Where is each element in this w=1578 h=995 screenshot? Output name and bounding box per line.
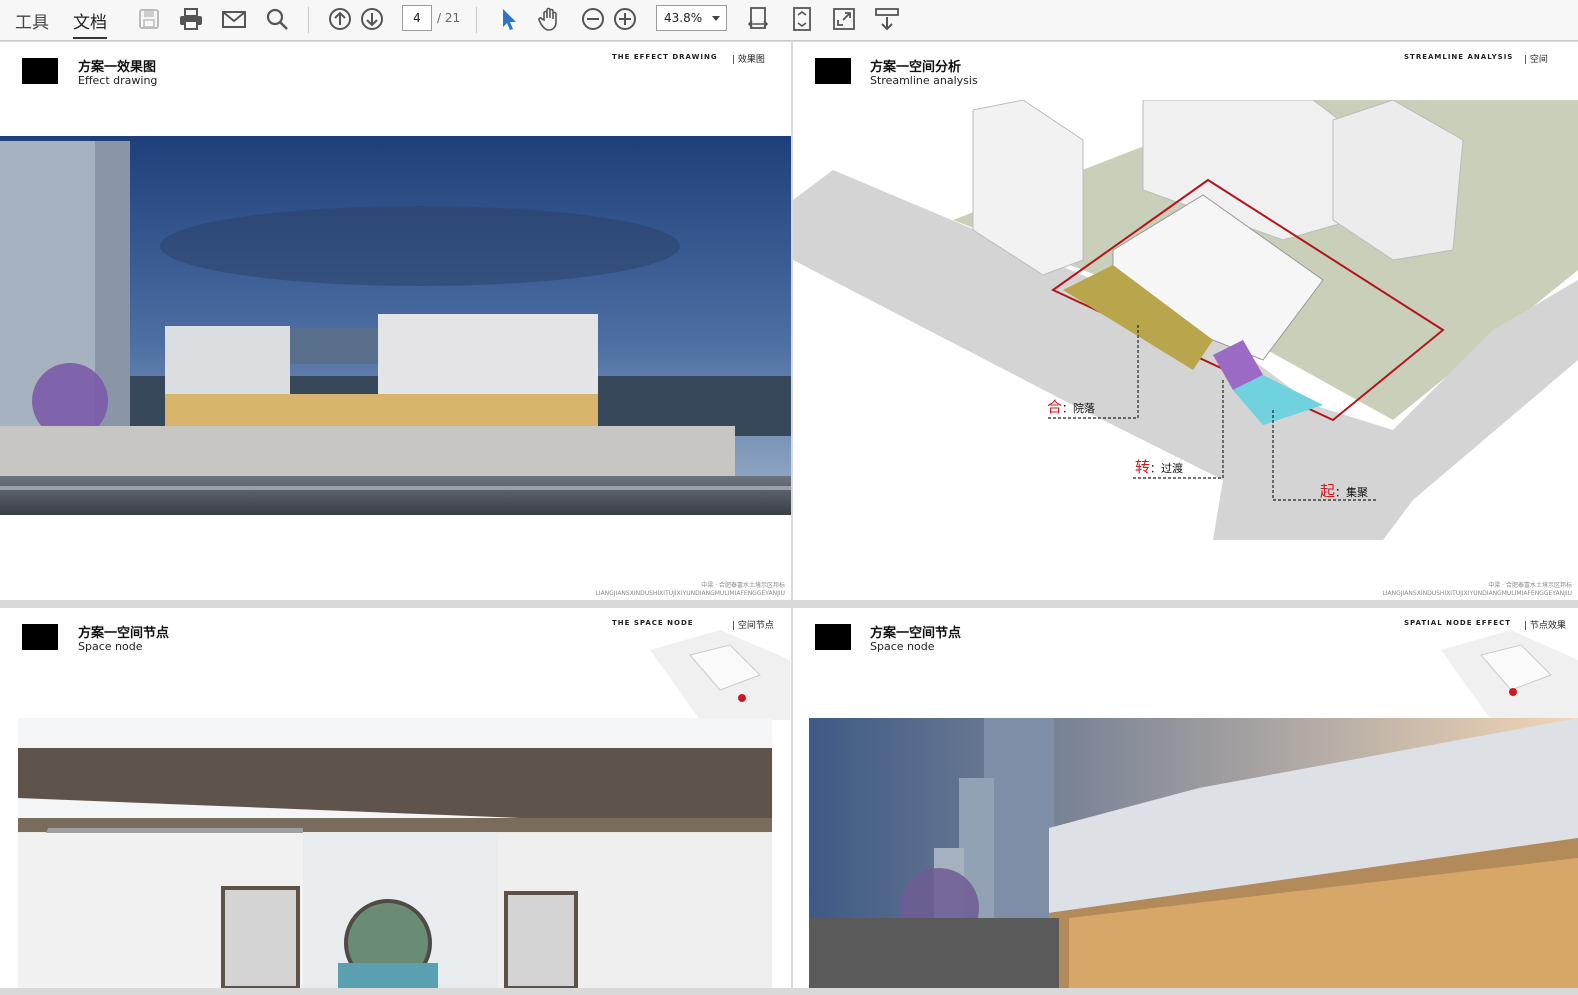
- title-block-mark: [815, 624, 851, 650]
- page-total: / 21: [437, 11, 461, 25]
- page-footer: 中梁 · 合肥泰富水土境示区邦标 LIANGJIANSXINDUSHIXITUJ…: [1382, 582, 1572, 598]
- select-cursor-icon[interactable]: [494, 5, 522, 33]
- title-block-mark: [815, 58, 851, 84]
- page-subtitle: Space node: [78, 640, 143, 653]
- download-icon[interactable]: [873, 5, 901, 33]
- page-title: 方案一空间分析: [870, 60, 962, 75]
- title-block-mark: [22, 624, 58, 650]
- footer-cn: 中梁 · 合肥泰富水土境示区邦标: [701, 582, 785, 589]
- prev-page-icon[interactable]: [326, 5, 354, 33]
- page-number-input[interactable]: 4: [402, 5, 432, 31]
- page-subtitle: Effect drawing: [78, 74, 158, 87]
- axonometric-site-diagram: [793, 100, 1578, 540]
- chevron-down-icon: [712, 16, 720, 21]
- page-title: 方案一空间节点: [78, 626, 170, 641]
- page-tag-en: THE EFFECT DRAWING: [612, 53, 718, 61]
- flow-label-courtyard: 合：院落: [1047, 398, 1096, 416]
- page-tag-en: THE SPACE NODE: [612, 619, 694, 627]
- title-block-mark: [22, 58, 58, 84]
- footer-en: LIANGJIANSXINDUSHIXITUJIXIYUNDIANGMULIMI…: [595, 590, 785, 597]
- flow-label-transition: 转：过渡: [1135, 458, 1184, 476]
- zoom-in-icon[interactable]: [611, 5, 639, 33]
- flow-label-gathering: 起：集聚: [1320, 482, 1369, 500]
- zoom-out-icon[interactable]: [579, 5, 607, 33]
- save-icon[interactable]: [135, 5, 163, 33]
- page-thumbnail-streamline-analysis: 方案一空间分析 Streamline analysis STREAMLINE A…: [793, 42, 1578, 600]
- facade-dusk-rendering: [809, 718, 1578, 988]
- key-plan-mini-map: [1441, 630, 1578, 720]
- entrance-gate-rendering: [18, 718, 772, 988]
- fullscreen-icon[interactable]: [830, 5, 858, 33]
- email-icon[interactable]: [220, 5, 248, 33]
- next-page-icon[interactable]: [358, 5, 386, 33]
- zoom-select[interactable]: 43.8%: [656, 5, 727, 31]
- toolbar-divider: [308, 7, 309, 33]
- page-title: 方案一空间节点: [870, 626, 962, 641]
- hand-icon[interactable]: [536, 5, 564, 33]
- print-icon[interactable]: [177, 5, 205, 33]
- toolbar-divider: [476, 7, 477, 33]
- page-subtitle: Space node: [870, 640, 935, 653]
- page-footer: 中梁 · 合肥泰富水土境示区邦标 LIANGJIANSXINDUSHIXITUJ…: [595, 582, 785, 598]
- page-thumbnail-effect-drawing: 方案一效果图 Effect drawing THE EFFECT DRAWING…: [0, 42, 791, 600]
- search-icon[interactable]: [263, 5, 291, 33]
- page-tag-en: SPATIAL NODE EFFECT: [1404, 619, 1511, 627]
- page-thumbnail-spatial-node-effect: 方案一空间节点 Space node SPATIAL NODE EFFECT |…: [793, 608, 1578, 988]
- key-plan-mini-map: [650, 630, 790, 720]
- page-tag-cn: | 空间: [1524, 55, 1548, 65]
- footer-cn: 中梁 · 合肥泰富水土境示区邦标: [1488, 582, 1572, 589]
- page-tag-en: STREAMLINE ANALYSIS: [1404, 53, 1514, 61]
- footer-en: LIANGJIANSXINDUSHIXITUJIXIYUNDIANGMULIMI…: [1382, 590, 1572, 597]
- page-subtitle: Streamline analysis: [870, 74, 978, 87]
- zoom-value: 43.8%: [664, 11, 703, 25]
- tab-document[interactable]: 文档: [73, 8, 107, 39]
- page-thumbnail-space-node: 方案一空间节点 Space node THE SPACE NODE | 空间节点: [0, 608, 791, 988]
- pdf-toolbar: 工具 文档 4 / 21 43.8%: [0, 0, 1578, 41]
- night-rendering-image: [0, 136, 791, 515]
- page-tag-cn: | 效果图: [732, 55, 765, 65]
- tab-tools[interactable]: 工具: [15, 8, 49, 33]
- fit-width-icon[interactable]: [745, 5, 773, 33]
- page-title: 方案一效果图: [78, 60, 157, 75]
- fit-page-icon[interactable]: [788, 5, 816, 33]
